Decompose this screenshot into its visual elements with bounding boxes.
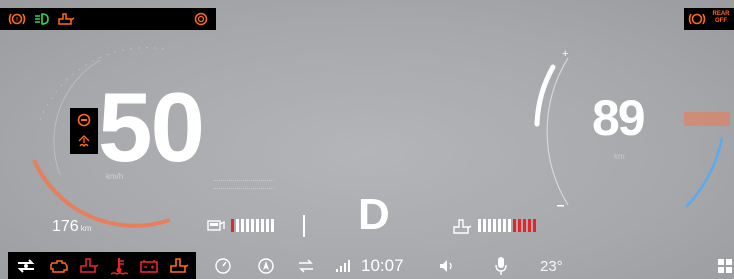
battery-icon xyxy=(138,256,160,276)
speed-value: 50 xyxy=(98,72,205,182)
right-edge-glow xyxy=(684,112,730,126)
fuel-segment xyxy=(266,219,269,232)
volume-icon[interactable] xyxy=(436,255,458,277)
media-icon[interactable] xyxy=(295,256,317,276)
oil-pressure-icon xyxy=(78,255,100,275)
heat-segment xyxy=(533,219,536,232)
microphone-icon[interactable] xyxy=(490,254,512,278)
gauge-icon[interactable] xyxy=(212,255,234,277)
heat-segment xyxy=(478,219,481,232)
heat-segment xyxy=(498,219,501,232)
heat-segment xyxy=(483,219,486,232)
fuel-segment xyxy=(251,219,254,232)
heat-segment xyxy=(513,219,516,232)
stop-sign-icon xyxy=(74,111,94,129)
heat-segment xyxy=(528,219,531,232)
gear-indicator: D xyxy=(358,190,390,239)
fuel-pump-icon xyxy=(205,217,227,233)
fuel-segment xyxy=(231,219,234,232)
apps-grid-icon[interactable] xyxy=(716,257,734,275)
range-display: 176 km xyxy=(52,218,91,236)
power-fill-arc xyxy=(534,64,556,127)
fuel-segment xyxy=(236,219,239,232)
heat-segment xyxy=(493,219,496,232)
heat-segment xyxy=(518,219,521,232)
heat-segment xyxy=(488,219,491,232)
range-unit: km xyxy=(80,224,92,233)
fuel-segment xyxy=(256,219,259,232)
coolant-temperature-icon xyxy=(108,255,130,276)
faded-mode-text xyxy=(214,180,274,189)
fuel-segment xyxy=(261,219,264,232)
engine-check-icon xyxy=(48,256,70,276)
oil-level-icon xyxy=(168,255,190,275)
speed-side-warning-strip xyxy=(70,108,98,154)
instrument-cluster: ! REAR OFF + 50 km/h 89 km 176 km D 10:0… xyxy=(0,0,734,279)
heat-segment xyxy=(508,219,511,232)
clock-time: 10:07 xyxy=(361,256,404,275)
fuel-segment xyxy=(241,219,244,232)
fuel-divider xyxy=(303,215,305,237)
regen-arc xyxy=(685,137,724,208)
speed-unit: km/h xyxy=(106,172,124,181)
outside-temperature: 23° xyxy=(540,258,563,275)
signal-icon xyxy=(332,256,354,276)
fuel-segment xyxy=(271,219,274,232)
heat-segment xyxy=(523,219,526,232)
range-value: 176 xyxy=(52,218,79,235)
transfer-arrows-icon xyxy=(14,256,38,276)
oil-heat-icon xyxy=(451,216,473,236)
minus-mark xyxy=(557,205,564,207)
navigation-icon[interactable] xyxy=(255,255,277,277)
plus-mark: + xyxy=(562,48,568,60)
traction-control-icon xyxy=(74,132,94,150)
heat-segment xyxy=(503,219,506,232)
fuel-segment xyxy=(246,219,249,232)
heat-level-bar xyxy=(478,219,536,232)
bottom-left-warning-strip xyxy=(8,252,196,279)
fuel-level-bar xyxy=(231,219,274,232)
gauge-value: 89 xyxy=(592,90,646,146)
gauge-unit: km xyxy=(614,152,625,161)
